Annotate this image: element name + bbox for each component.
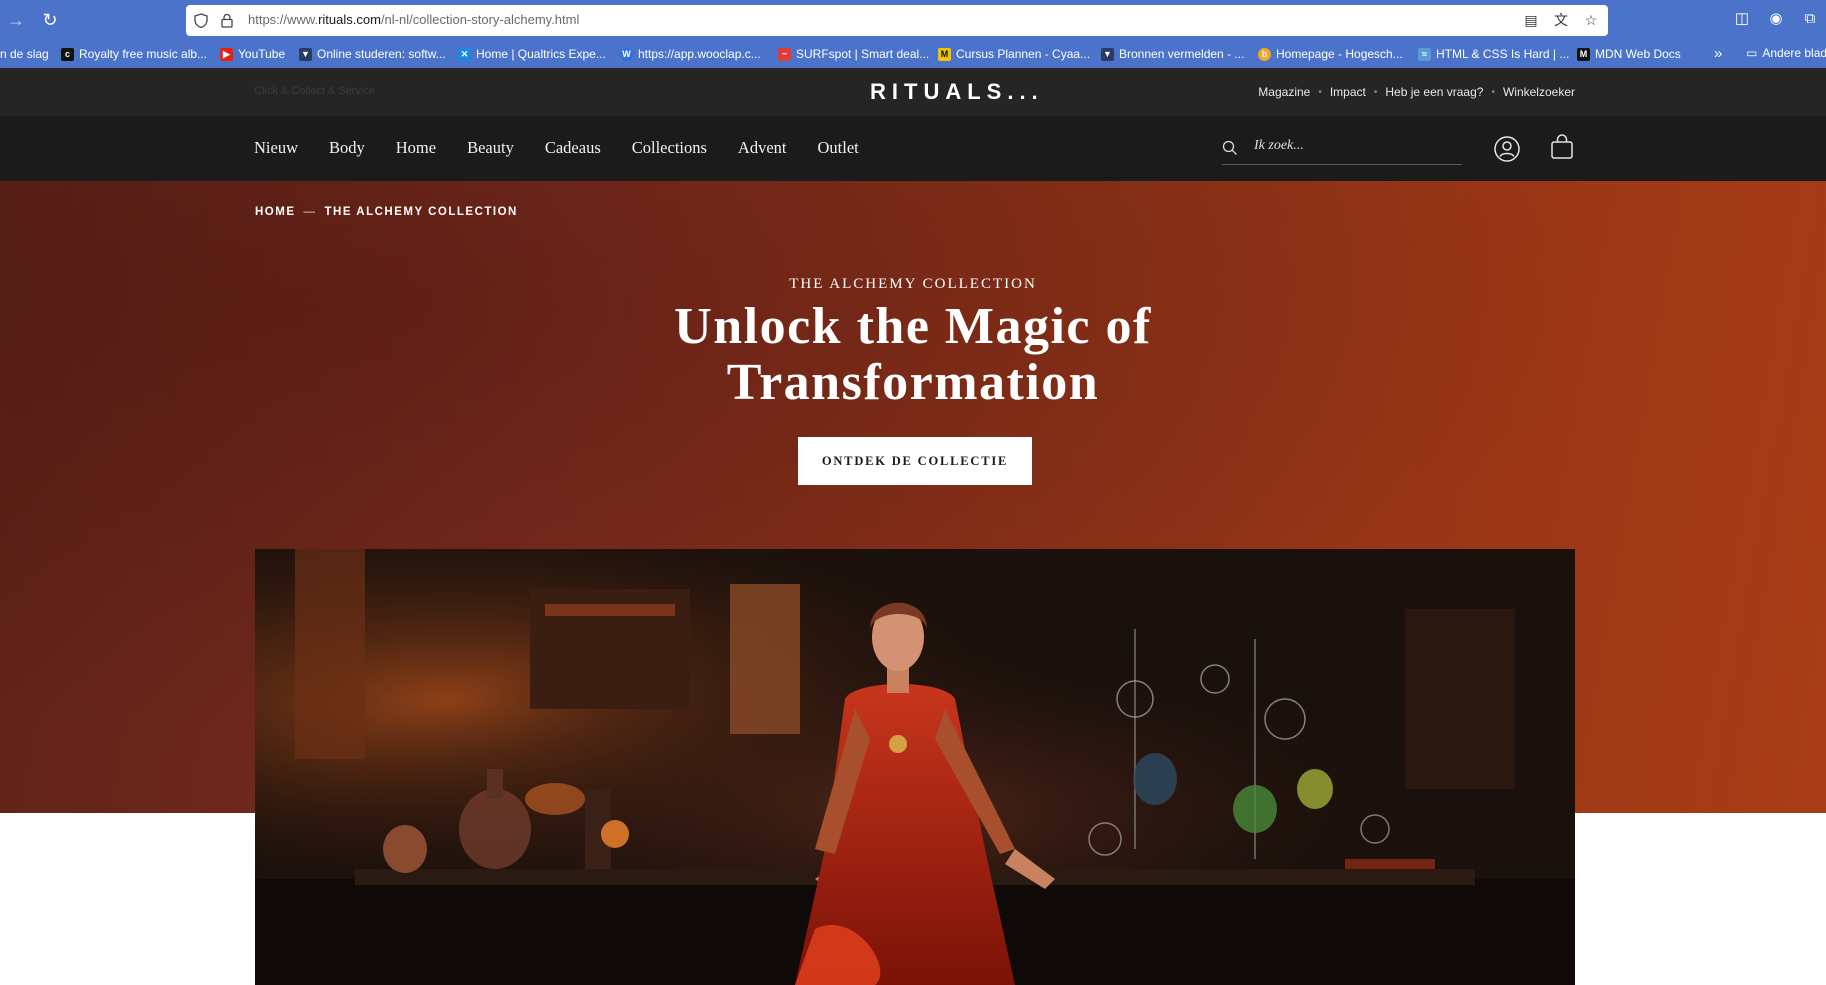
url-text[interactable]: https://www.rituals.com/nl-nl/collection…	[248, 12, 579, 27]
breadcrumb-home[interactable]: HOME	[255, 206, 296, 218]
back-arrow-icon[interactable]: →	[4, 8, 28, 32]
qualtrics-icon: ✕	[458, 47, 471, 61]
bookmark-label: MDN Web Docs	[1595, 47, 1681, 61]
hero-video[interactable]	[255, 549, 1575, 985]
main-menu: Nieuw Body Home Beauty Cadeaus Collectio…	[254, 138, 859, 158]
menu-item-collections[interactable]: Collections	[632, 138, 707, 158]
menu-item-advent[interactable]: Advent	[738, 138, 787, 158]
separator-dot: •	[1491, 86, 1495, 98]
bookmark-item[interactable]: Whttps://app.wooclap.c...	[620, 46, 761, 62]
youtube-icon: ▶	[220, 47, 233, 61]
bookmark-item[interactable]: c Royalty free music alb...	[61, 46, 207, 62]
translate-icon[interactable]: 文	[1552, 11, 1570, 29]
bookmark-label: Bronnen vermelden - ...	[1119, 47, 1245, 61]
rituals-logo[interactable]: RITUALS...	[870, 79, 1044, 105]
magazine-link[interactable]: Magazine	[1258, 85, 1310, 99]
account-circle-icon[interactable]: ◉	[1766, 9, 1786, 29]
wooclap-icon: W	[620, 47, 633, 61]
page-title: Unlock the Magic of Transformation	[674, 298, 1152, 411]
shopping-bag-icon[interactable]	[1550, 134, 1574, 160]
chevron-double-right-icon[interactable]: »	[1714, 45, 1722, 62]
bookmark-label: Home | Qualtrics Expe...	[476, 47, 606, 61]
menu-item-body[interactable]: Body	[329, 138, 365, 158]
bookmark-label: Online studeren: softw...	[317, 47, 446, 61]
bookmark-label: https://app.wooclap.c...	[638, 47, 761, 61]
bookmark-label: Royalty free music alb...	[79, 47, 208, 61]
browser-toolbar: → ↻ https://www.rituals.com/nl-nl/collec…	[0, 0, 1826, 40]
bookmark-label: SURFspot | Smart deal...	[796, 47, 930, 61]
bookmark-item[interactable]: ≈ HTML & CSS Is Hard | ...	[1418, 46, 1569, 62]
folder-icon: ▭	[1746, 46, 1758, 60]
shield-icon: ▼	[299, 47, 312, 61]
search-icon[interactable]	[1222, 140, 1238, 156]
bookmark-item[interactable]: ✕ Home | Qualtrics Expe...	[458, 46, 606, 62]
wifi-icon: ≈	[1418, 47, 1431, 61]
c-icon: c	[61, 47, 74, 61]
bookmark-item[interactable]: ▼ Bronnen vermelden - ...	[1101, 46, 1244, 62]
bookmark-label: n de slag	[0, 47, 49, 61]
site-topbar: Click & Collect & Service RITUALS... Mag…	[0, 68, 1826, 116]
bookmark-item[interactable]: ▶ YouTube	[220, 46, 285, 62]
pocket-icon[interactable]: ◫	[1732, 9, 1752, 29]
bookmark-label: HTML & CSS Is Hard | ...	[1436, 47, 1570, 61]
bookmarks-bar: n de slag c Royalty free music alb... ▶ Yo…	[0, 40, 1826, 68]
bookmark-item[interactable]: b Homepage - Hogesch...	[1258, 46, 1403, 62]
breadcrumb-separator: —	[303, 206, 317, 218]
bookmark-star-icon[interactable]: ☆	[1582, 11, 1600, 29]
store-finder-link[interactable]: Winkelzoeker	[1503, 85, 1575, 99]
bookmark-label: Cursus Plannen - Cyaa...	[956, 47, 1091, 61]
bookmark-item[interactable]: ~ SURFspot | Smart deal...	[778, 46, 929, 62]
menu-item-outlet[interactable]: Outlet	[818, 138, 859, 158]
lock-icon[interactable]	[220, 13, 234, 28]
surf-icon: ~	[778, 47, 791, 61]
impact-link[interactable]: Impact	[1330, 85, 1366, 99]
shield-icon: ▼	[1101, 47, 1114, 61]
account-icon[interactable]	[1494, 136, 1520, 162]
separator-dot: •	[1318, 86, 1322, 98]
bookmark-folder-label: Andere blad	[1762, 46, 1826, 60]
menu-item-nieuw[interactable]: Nieuw	[254, 138, 298, 158]
m-icon: M	[938, 47, 951, 61]
bookmark-folder[interactable]: ▭ Andere blad	[1746, 46, 1826, 60]
hero-kicker: THE ALCHEMY COLLECTION	[789, 276, 1037, 292]
alchemy-lab-image	[255, 549, 1575, 985]
separator-dot: •	[1373, 86, 1378, 98]
search-input[interactable]	[1254, 138, 1454, 154]
mdn-icon: M	[1577, 47, 1590, 61]
bookmark-item[interactable]: ▼ Online studeren: softw...	[299, 46, 446, 62]
bookmark-label: Homepage - Hogesch...	[1276, 47, 1403, 61]
reload-icon[interactable]: ↻	[38, 8, 62, 32]
menu-item-cadeaus[interactable]: Cadeaus	[545, 138, 601, 158]
main-navigation: Nieuw Body Home Beauty Cadeaus Collectio…	[0, 116, 1826, 181]
address-bar[interactable]: https://www.rituals.com/nl-nl/collection…	[186, 5, 1608, 36]
h-icon: b	[1258, 47, 1271, 61]
menu-item-home[interactable]: Home	[396, 138, 436, 158]
search-box	[1222, 131, 1462, 165]
menu-item-beauty[interactable]: Beauty	[467, 138, 514, 158]
breadcrumb: HOME — THE ALCHEMY COLLECTION	[255, 206, 518, 218]
bookmark-item[interactable]: M MDN Web Docs	[1577, 46, 1681, 62]
bookmark-item[interactable]: n de slag	[0, 46, 49, 62]
bookmark-item[interactable]: M Cursus Plannen - Cyaa...	[938, 46, 1090, 62]
extensions-icon[interactable]: ⧉	[1800, 9, 1820, 29]
click-collect-link[interactable]: Click & Collect & Service	[254, 85, 375, 97]
top-links: Magazine • Impact • Heb je een vraag? • …	[1258, 85, 1575, 99]
bookmark-label: YouTube	[238, 47, 286, 61]
breadcrumb-current: THE ALCHEMY COLLECTION	[324, 206, 518, 218]
shield-icon[interactable]	[194, 13, 208, 28]
discover-collection-button[interactable]: ONTDEK DE COLLECTIE	[798, 437, 1032, 485]
help-link[interactable]: Heb je een vraag?	[1385, 85, 1483, 99]
reader-view-icon[interactable]: ▤	[1522, 11, 1540, 29]
